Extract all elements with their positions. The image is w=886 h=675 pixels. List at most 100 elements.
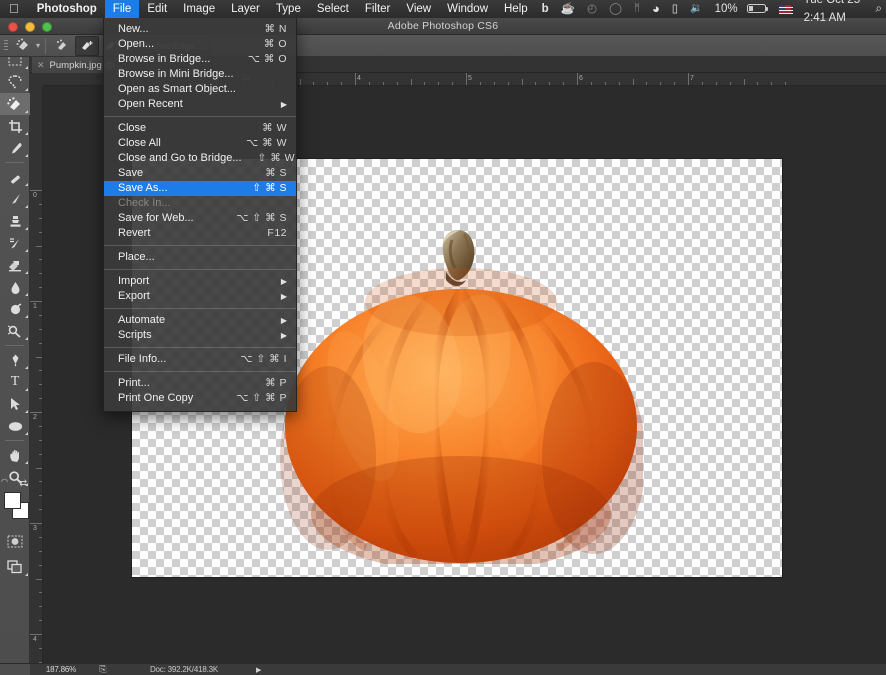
- menu-item-shortcut: ⇧ ⌘ W: [258, 151, 296, 166]
- menu-item-select[interactable]: Select: [309, 0, 357, 18]
- menu-item-place[interactable]: Place...: [104, 250, 296, 265]
- close-icon[interactable]: ✕: [37, 60, 45, 71]
- eraser-tool[interactable]: [0, 254, 30, 276]
- ruler-minor-tick: [522, 79, 523, 86]
- menu-item-scripts[interactable]: Scripts▶: [104, 328, 296, 343]
- zoom-level-field[interactable]: 187.86%: [30, 664, 92, 675]
- menu-item-print[interactable]: Print...⌘ P: [104, 376, 296, 391]
- file-menu-dropdown[interactable]: New...⌘ NOpen...⌘ OBrowse in Bridge...⌥ …: [103, 18, 297, 412]
- menu-item-label: Check In...: [118, 196, 287, 211]
- menu-item-close[interactable]: Close⌘ W: [104, 121, 296, 136]
- wifi-icon[interactable]: ◕: [646, 0, 666, 18]
- menu-item-window[interactable]: Window: [439, 0, 496, 18]
- menu-item-help[interactable]: Help: [496, 0, 536, 18]
- menu-item-new[interactable]: New...⌘ N: [104, 22, 296, 37]
- ellipse-tool[interactable]: [0, 415, 30, 437]
- vertical-ruler[interactable]: 01234: [30, 86, 43, 663]
- menu-item-save-for-web[interactable]: Save for Web...⌥ ⇧ ⌘ S: [104, 211, 296, 226]
- menu-item-import[interactable]: Import ▶: [104, 274, 296, 289]
- menu-item-label: Close All: [118, 136, 230, 151]
- screen-mode-icon[interactable]: [0, 556, 30, 578]
- menu-item-file[interactable]: File: [105, 0, 140, 18]
- menu-item-print-one-copy[interactable]: Print One Copy⌥ ⇧ ⌘ P: [104, 391, 296, 406]
- menu-item-open-as-smart-object[interactable]: Open as Smart Object...: [104, 82, 296, 97]
- dodge-tool[interactable]: [0, 320, 30, 342]
- menu-item-view[interactable]: View: [398, 0, 439, 18]
- submenu-arrow-icon: ▶: [281, 274, 287, 289]
- healing-brush-tool[interactable]: [0, 166, 30, 188]
- ruler-label: 0: [33, 192, 37, 199]
- menu-item-edit[interactable]: Edit: [139, 0, 175, 18]
- swap-colors-icon[interactable]: ⇄: [19, 478, 27, 489]
- menu-item-close-and-go-to-bridge[interactable]: Close and Go to Bridge...⇧ ⌘ W: [104, 151, 296, 166]
- menu-item-open[interactable]: Open...⌘ O: [104, 37, 296, 52]
- quick-selection-tool[interactable]: [0, 93, 30, 115]
- ruler-minor-tick: [36, 357, 43, 358]
- menu-item-save[interactable]: Save⌘ S: [104, 166, 296, 181]
- menu-item-shortcut: F12: [267, 226, 287, 241]
- clone-stamp-tool[interactable]: [0, 210, 30, 232]
- ruler-tick: [466, 73, 467, 86]
- tool-preset-chevron-icon[interactable]: ▾: [36, 41, 40, 50]
- menu-item-browse-in-mini-bridge[interactable]: Browse in Mini Bridge...: [104, 67, 296, 82]
- quick-selection-tool-icon[interactable]: [12, 36, 36, 56]
- brush-tool[interactable]: [0, 188, 30, 210]
- eyedropper-tool[interactable]: [0, 137, 30, 159]
- menu-item-filter[interactable]: Filter: [357, 0, 399, 18]
- battery-icon[interactable]: [744, 0, 772, 18]
- menu-item-file-info[interactable]: File Info...⌥ ⇧ ⌘ I: [104, 352, 296, 367]
- input-flag-icon[interactable]: [772, 0, 798, 18]
- menu-item-label: Import: [118, 274, 265, 289]
- menu-item-label: Save As...: [118, 181, 236, 196]
- menu-item-label: Print...: [118, 376, 249, 391]
- macos-menubar:  Photoshop File Edit Image Layer Type S…: [0, 0, 886, 18]
- clock-label[interactable]: Tue Oct 25 2:41 AM: [798, 0, 870, 27]
- blur-tool[interactable]: [0, 298, 30, 320]
- ruler-tick: [30, 301, 43, 302]
- lasso-tool[interactable]: [0, 71, 30, 93]
- ruler-tick: [30, 412, 43, 413]
- menu-item-label: Automate: [118, 313, 265, 328]
- time-machine-icon[interactable]: ◴: [581, 0, 603, 18]
- quick-mask-icon[interactable]: [0, 530, 30, 552]
- menu-item-save-as[interactable]: Save As...⇧ ⌘ S: [104, 181, 296, 196]
- airplay-icon[interactable]: ▯: [666, 0, 684, 18]
- menu-item-layer[interactable]: Layer: [223, 0, 268, 18]
- crop-tool[interactable]: [0, 115, 30, 137]
- menu-item-automate[interactable]: Automate▶: [104, 313, 296, 328]
- menu-item-browse-in-bridge[interactable]: Browse in Bridge...⌥ ⌘ O: [104, 52, 296, 67]
- gradient-tool[interactable]: [0, 276, 30, 298]
- menu-item-revert[interactable]: RevertF12: [104, 226, 296, 241]
- foreground-color-swatch[interactable]: [4, 492, 21, 509]
- hand-tool[interactable]: [0, 444, 30, 466]
- pen-tool[interactable]: [0, 349, 30, 371]
- add-to-selection-icon[interactable]: [75, 36, 99, 56]
- path-selection-tool[interactable]: [0, 393, 30, 415]
- menu-item-open-recent[interactable]: Open Recent▶: [104, 97, 296, 112]
- apple-menu-icon[interactable]: : [0, 0, 29, 18]
- bluetooth-icon[interactable]: ᛗ: [628, 0, 646, 18]
- app-name-menu[interactable]: Photoshop: [29, 0, 105, 18]
- options-bar-grip[interactable]: [0, 35, 12, 57]
- menu-item-close-all[interactable]: Close All⌥ ⌘ W: [104, 136, 296, 151]
- siri-icon[interactable]: ◯: [603, 0, 628, 18]
- menu-separator: [104, 269, 296, 270]
- ruler-corner[interactable]: [30, 73, 43, 86]
- pumpkin-image: [280, 196, 643, 564]
- new-selection-icon[interactable]: [51, 36, 75, 56]
- history-brush-tool[interactable]: [0, 232, 30, 254]
- menu-item-image[interactable]: Image: [175, 0, 223, 18]
- default-colors-icon[interactable]: ◠: [1, 477, 8, 486]
- search-icon[interactable]: ⌕: [870, 0, 886, 18]
- backblaze-icon[interactable]: b: [536, 0, 555, 18]
- menu-separator: [104, 371, 296, 372]
- expand-arrow-icon[interactable]: ▶: [254, 666, 261, 674]
- coffee-icon[interactable]: ☕: [555, 0, 581, 18]
- type-tool[interactable]: T: [0, 371, 30, 393]
- menu-item-shortcut: ⌥ ⇧ ⌘ S: [236, 211, 287, 226]
- volume-icon[interactable]: 🔉: [684, 0, 708, 18]
- ruler-minor-tick: [36, 468, 43, 469]
- document-sizes-icon[interactable]: ⎘: [92, 664, 114, 675]
- menu-item-export[interactable]: Export▶: [104, 289, 296, 304]
- menu-item-type[interactable]: Type: [268, 0, 309, 18]
